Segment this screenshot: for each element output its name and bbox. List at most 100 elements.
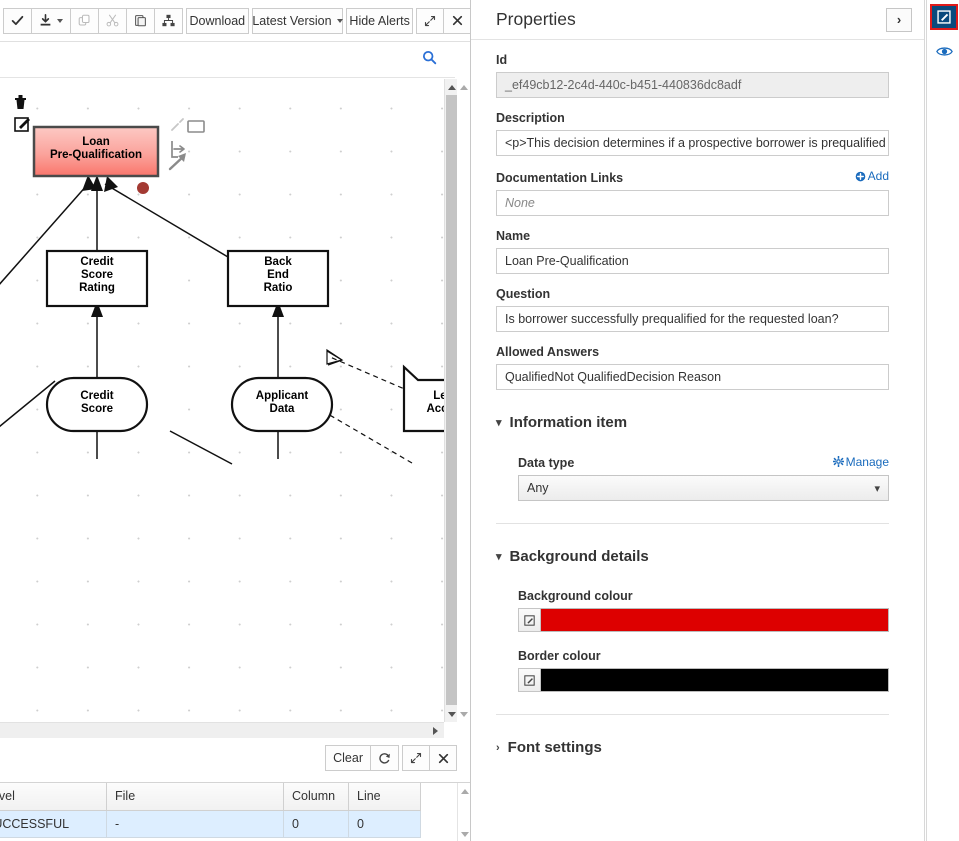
cell-line: 0: [349, 810, 421, 837]
chevron-right-icon: ›: [496, 742, 500, 754]
border-colour-swatch[interactable]: [541, 668, 889, 692]
question-field[interactable]: Is borrower successfully prequalified fo…: [496, 306, 889, 332]
copy-button[interactable]: [70, 8, 99, 34]
border-colour-label: Border colour: [518, 649, 889, 663]
preview-mode-button[interactable]: [934, 42, 954, 60]
close-results-button[interactable]: [429, 745, 457, 771]
information-item-content: Data type Manage Any ▾: [496, 455, 889, 502]
add-documentation-link-button[interactable]: Add: [855, 169, 889, 183]
results-toolbar: Clear: [0, 740, 471, 776]
name-label: Name: [496, 229, 889, 243]
canvas-search-bar: [0, 42, 455, 78]
description-field[interactable]: <p>This decision determines if a prospec…: [496, 130, 889, 156]
scrollbar-thumb[interactable]: [446, 95, 457, 705]
scroll-down-icon[interactable]: [457, 706, 471, 722]
column-header-file[interactable]: File: [107, 783, 284, 810]
dmn-editor-window: Download Latest Version Hide Alerts: [0, 0, 959, 841]
background-colour-row: [518, 608, 889, 632]
hide-alerts-button[interactable]: Hide Alerts: [346, 8, 413, 34]
svg-text:Credit: Credit: [80, 256, 113, 268]
scroll-up-icon[interactable]: [457, 79, 471, 95]
edit-mode-button[interactable]: [930, 4, 958, 30]
paste-button[interactable]: [126, 8, 155, 34]
description-label: Description: [496, 111, 889, 125]
cut-button[interactable]: [98, 8, 127, 34]
scroll-up-icon[interactable]: [458, 784, 471, 798]
context-trash-icon: [15, 95, 26, 109]
svg-text:Pre-Qualification: Pre-Qualification: [50, 149, 142, 161]
node-applicant-data: Applicant Data: [232, 378, 332, 431]
dmn-diagram: Credit Score Rating Back End Ratio: [0, 79, 444, 722]
section-information-item[interactable]: ▾ Information item: [496, 414, 889, 431]
section-font-settings[interactable]: › Font settings: [496, 739, 889, 756]
svg-text:Applicant: Applicant: [256, 390, 309, 402]
dmn-canvas-wrapper[interactable]: Credit Score Rating Back End Ratio: [0, 79, 471, 722]
allowed-answers-field[interactable]: QualifiedNot QualifiedDecision Reason: [496, 364, 889, 390]
validation-results-grid: Level File Column Line SUCCESSFUL - 0 0: [0, 782, 471, 841]
toolbar-icon-group: [4, 8, 183, 34]
right-rail: [926, 0, 959, 841]
maximize-results-button[interactable]: [402, 745, 430, 771]
close-editor-button[interactable]: [443, 8, 471, 34]
editor-toolbar: Download Latest Version Hide Alerts: [0, 0, 471, 42]
section-font-settings-label: Font settings: [508, 739, 602, 756]
maximize-editor-button[interactable]: [416, 8, 444, 34]
allowed-answers-label: Allowed Answers: [496, 345, 889, 359]
validate-button[interactable]: [3, 8, 32, 34]
chevron-down-icon: ▾: [496, 416, 502, 429]
download-save-button[interactable]: [31, 8, 71, 34]
page-title: Properties: [496, 9, 886, 30]
id-field[interactable]: _ef49cb12-2c4d-440c-b451-440836dc8adf: [496, 72, 889, 98]
background-colour-edit-button[interactable]: [518, 608, 541, 632]
section-information-item-label: Information item: [510, 414, 628, 431]
download-button[interactable]: Download: [186, 8, 249, 34]
background-details-content: Background colour Border colour: [496, 589, 889, 692]
results-table: Level File Column Line SUCCESSFUL - 0 0: [0, 783, 421, 838]
id-label: Id: [496, 53, 889, 67]
column-header-level[interactable]: Level: [0, 783, 107, 810]
table-header-row: Level File Column Line: [0, 783, 421, 810]
node-credit-score: Credit Score: [47, 378, 147, 431]
context-note-icon: [172, 119, 204, 132]
chevron-down-icon: ▾: [496, 550, 502, 563]
version-select[interactable]: Latest Version: [252, 8, 344, 34]
documentation-links-label: Documentation Links: [496, 171, 623, 185]
manage-data-types-button[interactable]: Manage: [833, 455, 889, 469]
canvas-horizontal-scrollbar[interactable]: [0, 722, 444, 738]
background-colour-swatch[interactable]: [541, 608, 889, 632]
clear-results-button[interactable]: Clear: [325, 745, 371, 771]
properties-body: Id _ef49cb12-2c4d-440c-b451-440836dc8adf…: [471, 53, 924, 756]
canvas-vertical-scrollbar[interactable]: [444, 79, 457, 722]
column-header-line[interactable]: Line: [349, 783, 421, 810]
refresh-results-button[interactable]: [370, 745, 399, 771]
border-colour-edit-button[interactable]: [518, 668, 541, 692]
node-loan-pre-qualification-selected: Loan Pre-Qualification: [34, 127, 158, 176]
resize-handle-dot: [137, 182, 149, 194]
cell-file: -: [107, 810, 284, 837]
svg-text:Acc: Acc: [426, 403, 444, 415]
collapse-properties-button[interactable]: ›: [886, 8, 912, 32]
auto-layout-button[interactable]: [154, 8, 183, 34]
name-field[interactable]: Loan Pre-Qualification: [496, 248, 889, 274]
results-vertical-scrollbar[interactable]: [457, 783, 471, 841]
column-header-column[interactable]: Column: [284, 783, 349, 810]
dmn-canvas[interactable]: Credit Score Rating Back End Ratio: [0, 79, 444, 722]
data-type-select[interactable]: Any ▾: [518, 475, 889, 501]
scroll-down-icon[interactable]: [458, 827, 471, 841]
documentation-links-field[interactable]: None: [496, 190, 889, 216]
data-type-value: Any: [527, 481, 549, 495]
scroll-right-icon[interactable]: [428, 723, 442, 739]
eye-icon: [936, 45, 953, 58]
search-icon[interactable]: [422, 50, 437, 70]
node-lender-acceptance: Le Acc: [404, 367, 444, 431]
section-background-details[interactable]: ▾ Background details: [496, 548, 889, 565]
cell-column: 0: [284, 810, 349, 837]
editor-pane-vertical-scrollbar[interactable]: [457, 79, 471, 722]
edit-pencil-icon: [524, 615, 535, 626]
chevron-down-icon: [57, 19, 63, 23]
add-label: Add: [868, 169, 889, 183]
data-type-label-row: Data type Manage: [518, 455, 889, 471]
svg-text:Score: Score: [81, 269, 113, 281]
table-row[interactable]: SUCCESSFUL - 0 0: [0, 810, 421, 837]
version-select-label: Latest Version: [252, 14, 331, 28]
